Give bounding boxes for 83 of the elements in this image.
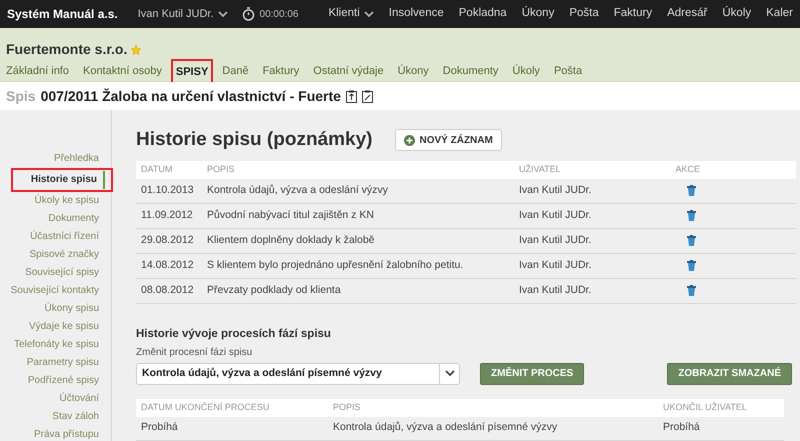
stopwatch-icon — [242, 7, 255, 21]
sidebar-item[interactable]: Účtování — [60, 390, 107, 408]
table-cell-text: Převzaty podklady od klienta — [206, 282, 342, 298]
nav-link[interactable]: Kaler — [766, 5, 793, 23]
sidebar-item[interactable]: Dokumenty — [48, 210, 107, 228]
table-cell-text: Původní nabývací titul zajištěn z KN — [206, 208, 375, 223]
chevron-down-icon — [444, 370, 454, 378]
column-header: POPIS — [332, 401, 362, 414]
nav-link[interactable]: Úkony — [522, 5, 554, 23]
column-header: AKCE — [674, 162, 700, 176]
brand-name: Systém Manuál a.s. — [7, 6, 118, 23]
timer: 00:00:06 — [260, 8, 298, 22]
table-cell-text: 29.08.2012 — [140, 232, 195, 248]
trash-icon[interactable] — [687, 210, 696, 221]
trash-icon[interactable] — [687, 235, 696, 246]
tab[interactable]: Daně — [222, 63, 249, 84]
sidebar-item[interactable]: Úkony spisu — [44, 300, 107, 318]
tab[interactable]: Základní info — [6, 63, 69, 84]
sidebar-item[interactable]: Úkoly ke spisu — [34, 192, 107, 210]
new-record-button[interactable]: NOVÝ ZÁZNAM — [394, 129, 502, 152]
nav-link[interactable]: Úkoly — [722, 5, 752, 23]
table-cell-text: 11.09.2012 — [140, 208, 194, 223]
section-subtitle: Historie vývoje procesích fází spisu — [136, 326, 332, 342]
column-header: DATUM — [140, 162, 174, 176]
select-label: Změnit procesní fázi spisu — [136, 346, 254, 360]
sidebar-item[interactable]: Parametry spisu — [26, 354, 107, 372]
user-menu[interactable]: Ivan Kutil JUDr. — [138, 6, 228, 22]
file-title: 007/2011 Žaloba na určení vlastnictví - Fuerte — [40, 86, 341, 106]
tab[interactable]: Dokumenty — [442, 63, 498, 84]
tab[interactable]: Úkoly — [512, 63, 540, 84]
clipboard-icon[interactable] — [346, 90, 357, 102]
sidebar-item[interactable]: Výdaje ke spisu — [28, 318, 107, 336]
sidebar-item[interactable]: Související spisy — [25, 264, 107, 282]
column-header: DATUM UKONČENÍ PROCESU — [140, 401, 270, 414]
trash-icon[interactable] — [687, 185, 696, 196]
table-cell-text: Kontrola údajů, výzva a odeslání výzvy — [206, 182, 389, 198]
tab[interactable]: Faktury — [262, 63, 300, 84]
table-cell-text: Probíhá — [140, 420, 179, 436]
change-process-button[interactable]: ZMĚNIT PROCES — [480, 362, 584, 385]
nav-link[interactable]: Adresář — [667, 5, 708, 23]
column-header: UKONČIL UŽIVATEL — [662, 401, 747, 414]
table-cell-text: Ivan Kutil JUDr. — [518, 258, 592, 273]
chevron-down-icon — [218, 10, 228, 18]
table-cell-text: Probíhá — [662, 420, 700, 436]
table-cell-text: Ivan Kutil JUDr. — [518, 182, 592, 198]
table-cell-text: Klientem doplněny doklady k žalobě — [206, 232, 376, 248]
sidebar-item[interactable]: Telefonáty ke spisu — [14, 336, 107, 354]
trash-icon[interactable] — [687, 285, 696, 296]
table-cell-text: Kontrola údajů, výzva a odeslání písemné výzvy — [332, 420, 558, 436]
sidebar-item[interactable]: Podřízené spisy — [28, 372, 107, 390]
column-header: POPIS — [206, 162, 236, 176]
table-cell-text: Ivan Kutil JUDr. — [518, 232, 592, 248]
tab[interactable]: Pošta — [554, 63, 582, 84]
show-deleted-button[interactable]: ZOBRAZIT SMAZANÉ — [667, 362, 792, 385]
nav-link[interactable]: Pošta — [569, 5, 599, 23]
clipboard-icon[interactable] — [362, 90, 373, 102]
tab[interactable]: Kontaktní osoby — [82, 63, 162, 84]
nav-link[interactable]: Pokladna — [458, 5, 507, 23]
sidebar-item[interactable]: Související kontakty — [10, 282, 107, 300]
section-title: Historie spisu (poznámky) — [136, 128, 372, 152]
nav-link[interactable]: Insolvence — [388, 5, 444, 23]
sidebar-item[interactable]: Historie spisu — [30, 171, 105, 189]
table-cell-text: Ivan Kutil JUDr. — [518, 208, 592, 223]
column-header: UŽIVATEL — [518, 162, 562, 176]
tab[interactable]: Úkony — [398, 63, 429, 84]
sidebar-item[interactable]: Stav záloh — [52, 408, 107, 426]
process-select[interactable]: Kontrola údajů, výzva a odeslání písemné výzvy — [136, 362, 460, 385]
sidebar-item[interactable]: Práva přístupu — [34, 426, 107, 441]
plus-circle-icon — [404, 134, 414, 146]
table-cell-text: 14.08.2012 — [140, 258, 195, 273]
file-prefix: Spis — [6, 86, 36, 106]
table-cell-text: S klientem bylo projednáno upřesnění žalobního petitu. — [206, 258, 464, 273]
tab[interactable]: Ostatní výdaje — [313, 63, 384, 84]
table-cell-text: Ivan Kutil JUDr. — [518, 282, 592, 298]
sidebar-item[interactable]: Přehledka — [54, 150, 107, 168]
table-cell-text: 08.08.2012 — [140, 282, 195, 298]
nav-link[interactable]: Klienti — [328, 5, 374, 23]
trash-icon[interactable] — [687, 260, 696, 271]
sidebar-item[interactable]: Spisové značky — [30, 246, 107, 264]
nav-link[interactable]: Faktury — [614, 5, 652, 23]
table-cell-text: 01.10.2013 — [140, 182, 195, 198]
client-name: Fuertemonte s.r.o. — [6, 40, 128, 59]
sidebar-item[interactable]: Účastníci řízení — [30, 228, 107, 246]
